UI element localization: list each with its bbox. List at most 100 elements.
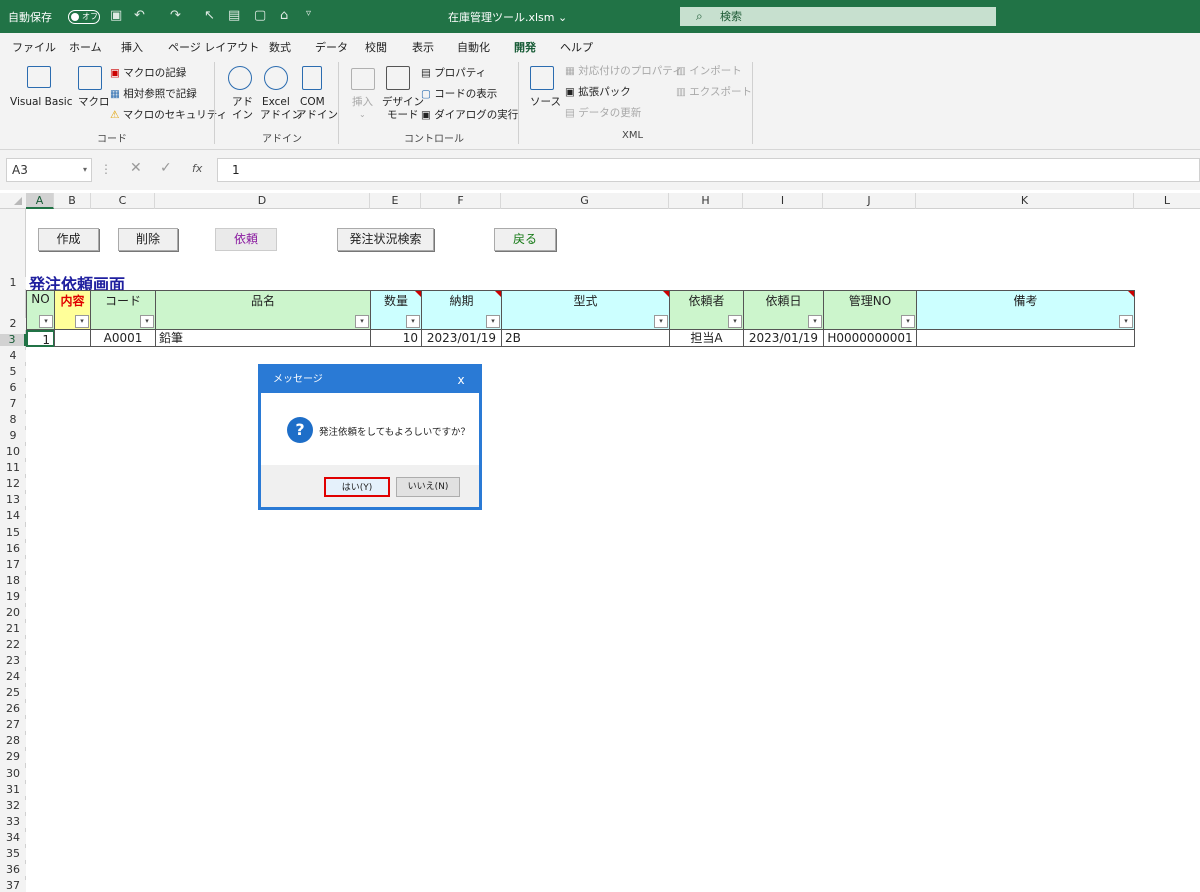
customize-icon[interactable]: ▿ xyxy=(306,8,311,19)
document-icon[interactable]: ▤ xyxy=(228,8,240,23)
tab-formulas[interactable]: 数式 xyxy=(269,39,291,55)
header-request-date[interactable]: 依頼日 ▾ xyxy=(743,290,824,330)
header-qty[interactable]: 数量 ▾ xyxy=(370,290,422,330)
column-header-H[interactable]: H xyxy=(669,193,743,209)
row-header-24[interactable]: 24 xyxy=(0,671,26,683)
row-header-29[interactable]: 29 xyxy=(0,751,26,763)
lock-icon[interactable]: ⌂ xyxy=(280,8,288,23)
filter-dropdown-icon[interactable]: ▾ xyxy=(1119,315,1133,328)
expansion-pack-button[interactable]: ▣ 拡張パック xyxy=(565,86,631,99)
delete-button[interactable]: 削除 xyxy=(118,228,178,251)
row-header-2[interactable]: 2 xyxy=(0,318,26,330)
export-button[interactable]: ▥ エクスポート xyxy=(676,86,752,99)
filter-dropdown-icon[interactable]: ▾ xyxy=(140,315,154,328)
cancel-icon[interactable]: ✕ xyxy=(130,160,142,176)
filter-dropdown-icon[interactable]: ▾ xyxy=(406,315,420,328)
column-header-K[interactable]: K xyxy=(916,193,1134,209)
cell-G3[interactable]: 2B xyxy=(501,330,670,347)
row-header-4[interactable]: 4 xyxy=(0,350,26,362)
request-button[interactable]: 依頼 xyxy=(215,228,277,251)
tab-developer[interactable]: 開発 xyxy=(514,39,536,59)
enter-icon[interactable]: ✓ xyxy=(160,160,172,176)
search-input[interactable]: ⌕ 検索 xyxy=(680,7,996,26)
import-button[interactable]: ▥ インポート xyxy=(676,65,742,78)
tab-view[interactable]: 表示 xyxy=(412,39,434,55)
header-due[interactable]: 納期 ▾ xyxy=(421,290,502,330)
column-header-J[interactable]: J xyxy=(823,193,916,209)
header-model[interactable]: 型式 ▾ xyxy=(501,290,670,330)
row-header-36[interactable]: 36 xyxy=(0,864,26,876)
column-header-B[interactable]: B xyxy=(54,193,91,209)
tab-file[interactable]: ファイル xyxy=(12,39,56,55)
filter-dropdown-icon[interactable]: ▾ xyxy=(75,315,89,328)
select-all-icon[interactable] xyxy=(14,197,22,205)
row-header-21[interactable]: 21 xyxy=(0,623,26,635)
row-header-9[interactable]: 9 xyxy=(0,430,26,442)
formula-input[interactable]: 1 xyxy=(217,158,1200,182)
row-header-32[interactable]: 32 xyxy=(0,800,26,812)
column-header-A[interactable]: A xyxy=(26,193,54,209)
close-icon[interactable]: x xyxy=(443,367,479,393)
save-icon[interactable]: ▣ xyxy=(110,8,122,23)
tab-help[interactable]: ヘルプ xyxy=(560,39,593,55)
row-header-5[interactable]: 5 xyxy=(0,366,26,378)
view-code-button[interactable]: ▢ コードの表示 xyxy=(421,88,497,101)
row-header-8[interactable]: 8 xyxy=(0,414,26,426)
back-button[interactable]: 戻る xyxy=(494,228,556,251)
row-header-6[interactable]: 6 xyxy=(0,382,26,394)
row-header-22[interactable]: 22 xyxy=(0,639,26,651)
tab-page-layout[interactable]: ページ レイアウト xyxy=(168,39,259,55)
insert-function-icon[interactable]: fx xyxy=(192,162,202,175)
row-header-27[interactable]: 27 xyxy=(0,719,26,731)
column-header-G[interactable]: G xyxy=(501,193,669,209)
header-code[interactable]: コード ▾ xyxy=(90,290,156,330)
header-remarks[interactable]: 備考 ▾ xyxy=(916,290,1135,330)
row-header-3[interactable]: 3 xyxy=(0,334,26,346)
tab-insert[interactable]: 挿入 xyxy=(121,39,143,55)
header-mgmt-no[interactable]: 管理NO ▾ xyxy=(823,290,917,330)
run-dialog-button[interactable]: ▣ ダイアログの実行 xyxy=(421,109,518,122)
row-header-12[interactable]: 12 xyxy=(0,478,26,490)
cell-C3[interactable]: A0001 xyxy=(90,330,156,347)
tab-automate[interactable]: 自動化 xyxy=(457,39,490,55)
refresh-data-button[interactable]: ▤ データの更新 xyxy=(565,107,641,120)
row-header-16[interactable]: 16 xyxy=(0,543,26,555)
column-header-E[interactable]: E xyxy=(370,193,421,209)
row-header-11[interactable]: 11 xyxy=(0,462,26,474)
filter-dropdown-icon[interactable]: ▾ xyxy=(808,315,822,328)
tab-home[interactable]: ホーム xyxy=(69,39,102,55)
row-header-17[interactable]: 17 xyxy=(0,559,26,571)
map-properties-button[interactable]: ▦ 対応付けのプロパティ xyxy=(565,65,683,78)
row-header-26[interactable]: 26 xyxy=(0,703,26,715)
row-header-34[interactable]: 34 xyxy=(0,832,26,844)
undo-icon[interactable]: ↶ xyxy=(134,8,145,23)
row-header-1[interactable]: 1 xyxy=(0,277,26,289)
row-header-20[interactable]: 20 xyxy=(0,607,26,619)
row-header-28[interactable]: 28 xyxy=(0,735,26,747)
column-header-L[interactable]: L xyxy=(1134,193,1200,209)
row-header-15[interactable]: 15 xyxy=(0,527,26,539)
cell-I3[interactable]: 2023/01/19 xyxy=(743,330,824,347)
no-button[interactable]: いいえ(N) xyxy=(396,477,460,497)
cell-K3[interactable] xyxy=(916,330,1135,347)
filter-dropdown-icon[interactable]: ▾ xyxy=(355,315,369,328)
header-content[interactable]: 内容 ▾ xyxy=(54,290,91,330)
relative-reference-button[interactable]: ▦ 相対参照で記録 xyxy=(110,88,197,101)
row-header-25[interactable]: 25 xyxy=(0,687,26,699)
tab-data[interactable]: データ xyxy=(315,39,348,55)
row-header-10[interactable]: 10 xyxy=(0,446,26,458)
row-header-37[interactable]: 37 xyxy=(0,880,26,892)
autosave-toggle[interactable]: オフ xyxy=(68,10,100,24)
row-header-14[interactable]: 14 xyxy=(0,510,26,522)
name-box[interactable]: A3 ▾ xyxy=(6,158,92,182)
cell-B3[interactable] xyxy=(54,330,91,347)
pointer-icon[interactable]: ↖ xyxy=(204,8,215,23)
filter-dropdown-icon[interactable]: ▾ xyxy=(654,315,668,328)
yes-button[interactable]: はい(Y) xyxy=(324,477,390,497)
record-macro-button[interactable]: ▣ マクロの記録 xyxy=(110,67,186,80)
cell-A3[interactable]: 1 xyxy=(26,330,55,347)
row-header-13[interactable]: 13 xyxy=(0,494,26,506)
create-button[interactable]: 作成 xyxy=(38,228,99,251)
row-header-7[interactable]: 7 xyxy=(0,398,26,410)
filter-dropdown-icon[interactable]: ▾ xyxy=(486,315,500,328)
